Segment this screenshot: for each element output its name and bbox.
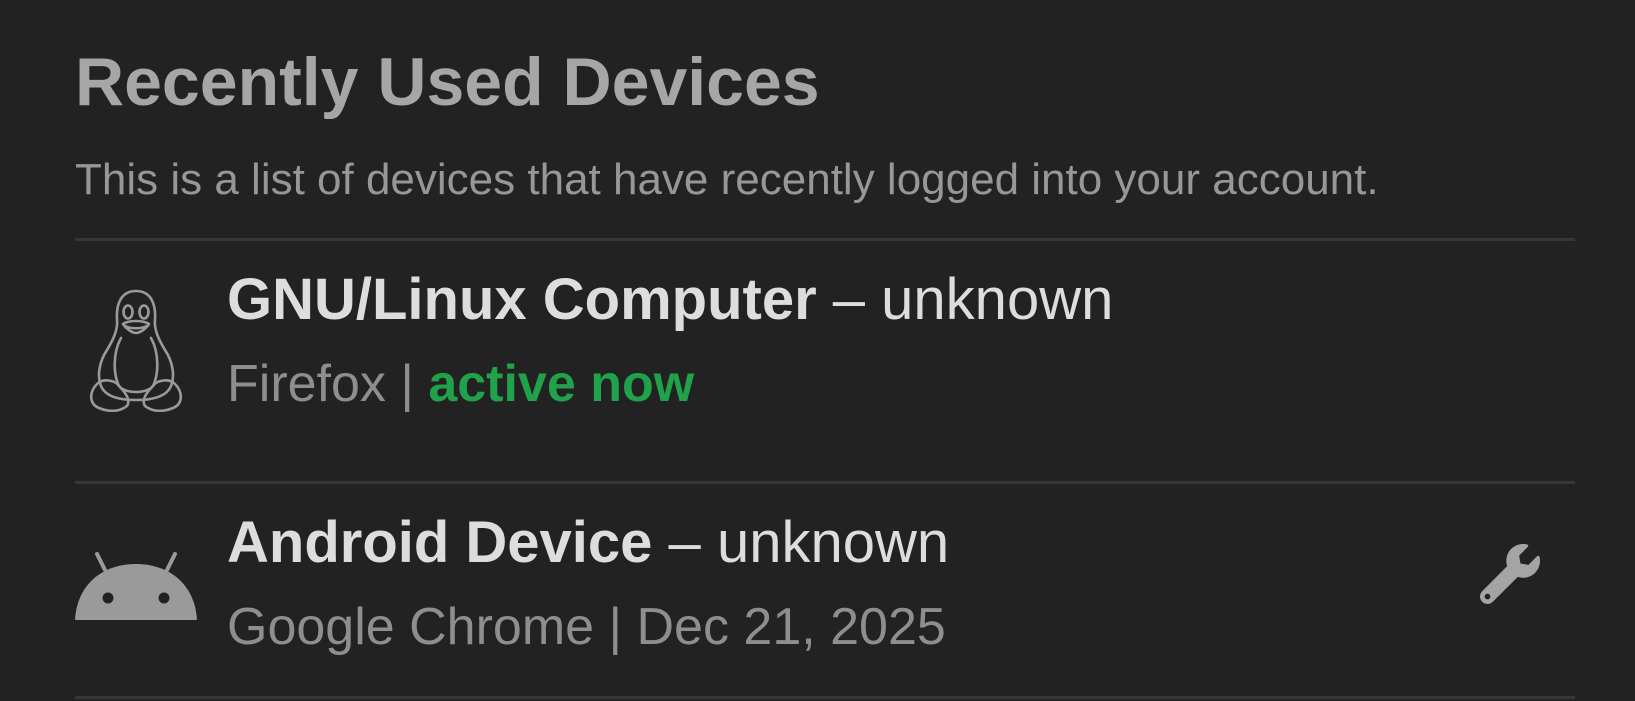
device-meta: Google Chrome | Dec 21, 2025	[227, 596, 946, 658]
linux-tux-icon	[85, 288, 187, 417]
android-icon	[75, 550, 197, 627]
page-title: Recently Used Devices	[75, 44, 820, 120]
device-row-linux: GNU/Linux Computer – unknown Firefox | a…	[75, 241, 1575, 481]
device-browser: Firefox	[227, 355, 386, 413]
device-location: unknown	[881, 267, 1114, 332]
name-separator: –	[816, 267, 882, 332]
device-meta: Firefox | active now	[227, 353, 694, 415]
meta-separator: |	[385, 355, 429, 413]
divider	[75, 696, 1575, 699]
page-description: This is a list of devices that have rece…	[75, 155, 1379, 204]
device-row-android: Android Device – unknown Google Chrome |…	[75, 484, 1575, 701]
device-name: Android Device – unknown	[227, 509, 949, 577]
device-name-label: GNU/Linux Computer	[227, 267, 817, 332]
wrench-icon[interactable]	[1479, 543, 1540, 609]
device-last-active: Dec 21, 2025	[636, 598, 946, 656]
status-active-badge: active now	[428, 355, 695, 413]
name-separator: –	[652, 510, 717, 575]
device-name: GNU/Linux Computer – unknown	[227, 266, 1113, 334]
device-name-label: Android Device	[227, 510, 653, 575]
device-location: unknown	[716, 510, 950, 575]
device-browser: Google Chrome	[227, 598, 595, 656]
meta-separator: |	[594, 598, 637, 656]
